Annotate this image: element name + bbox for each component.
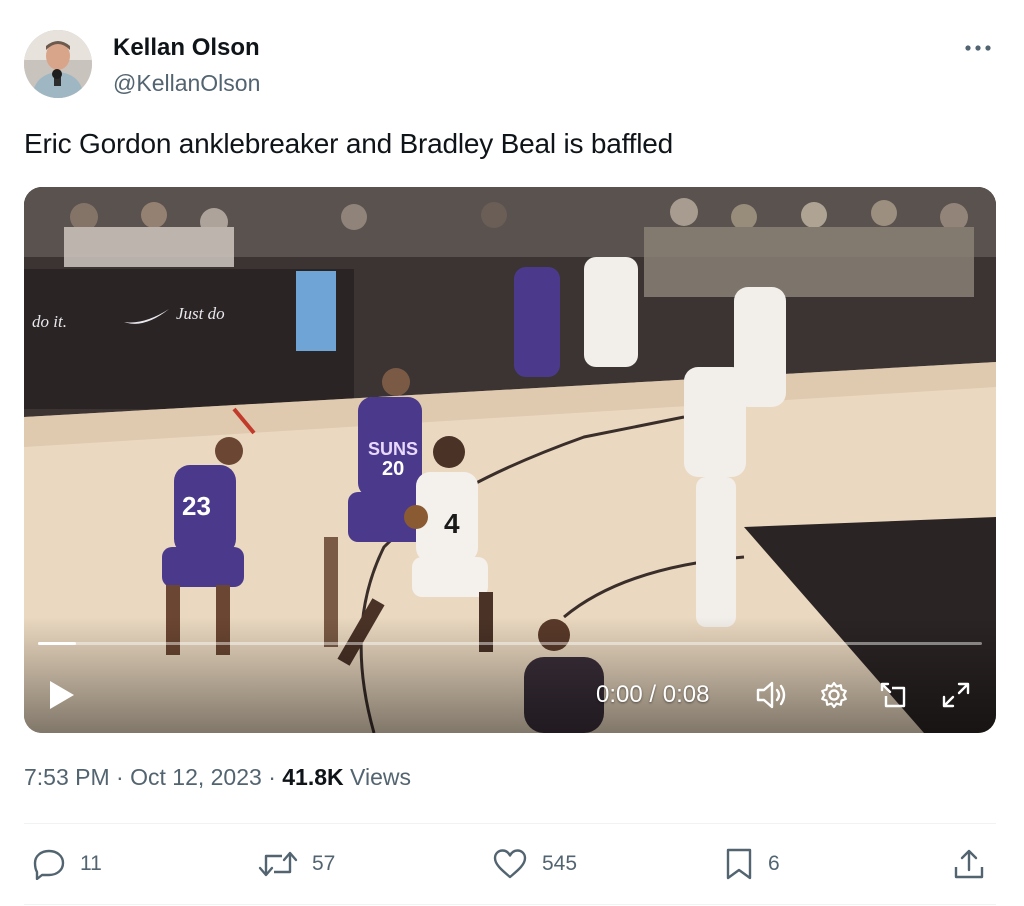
video-progress-bar[interactable] [38, 642, 982, 645]
tweet-date[interactable]: Oct 12, 2023 [130, 764, 262, 790]
views-count: 41.8K [282, 764, 344, 790]
volume-icon [756, 681, 786, 709]
bookmark-icon [726, 848, 752, 880]
picture-in-picture-button[interactable] [876, 677, 912, 713]
court-ad-left-text: do it. [32, 312, 67, 331]
video-progress-fill [38, 642, 76, 645]
volume-button[interactable] [754, 677, 790, 713]
like-count: 545 [542, 852, 578, 875]
jersey-team-text: SUNS [368, 439, 418, 459]
share-button[interactable] [952, 844, 986, 884]
more-options-button[interactable] [960, 30, 996, 66]
jersey-number-4: 4 [444, 508, 460, 539]
video-player[interactable]: do it. Just do 23 SUNS 20 4 0:00 / 0:08 [24, 187, 996, 733]
meta-separator-2: · [261, 764, 283, 790]
video-time-display: 0:00 / 0:08 [596, 681, 710, 708]
more-dots-icon [965, 45, 991, 51]
views-label: Views [343, 764, 411, 790]
court-ad-right-text: Just do [176, 304, 225, 323]
author-handle[interactable]: @KellanOlson [113, 70, 260, 97]
reply-bubble-icon [33, 849, 65, 880]
play-button[interactable] [44, 675, 80, 715]
jersey-number-20: 20 [382, 458, 404, 480]
tweet-text: Eric Gordon anklebreaker and Bradley Bea… [24, 128, 674, 159]
picture-in-picture-icon [880, 682, 906, 708]
repost-count: 57 [312, 852, 336, 875]
author-display-name[interactable]: Kellan Olson [113, 34, 260, 62]
settings-button[interactable] [816, 677, 852, 713]
fullscreen-button[interactable] [938, 677, 974, 713]
jersey-number-23: 23 [182, 491, 211, 521]
bookmark-button[interactable]: 6 [724, 844, 780, 884]
video-frame: do it. Just do 23 SUNS 20 4 [24, 187, 996, 733]
avatar[interactable] [24, 30, 92, 98]
tweet-header: Kellan Olson @KellanOlson [24, 30, 1000, 102]
gear-icon [821, 681, 847, 709]
tweet-metadata: 7:53 PM · Oct 12, 2023 · 41.8K Views [24, 764, 411, 791]
reply-count: 11 [80, 852, 102, 875]
repost-button[interactable]: 57 [258, 844, 335, 884]
fullscreen-icon [942, 682, 970, 708]
reply-button[interactable]: 11 [32, 844, 102, 884]
like-button[interactable]: 545 [492, 844, 577, 884]
play-icon [50, 681, 74, 709]
heart-icon [493, 849, 527, 879]
share-upload-icon [954, 849, 984, 879]
divider-bottom [24, 904, 996, 905]
tweet-time[interactable]: 7:53 PM [24, 764, 110, 790]
bookmark-count: 6 [768, 852, 780, 875]
divider-top [24, 823, 996, 824]
meta-separator-1: · [109, 764, 131, 790]
repost-arrows-icon [258, 851, 298, 877]
